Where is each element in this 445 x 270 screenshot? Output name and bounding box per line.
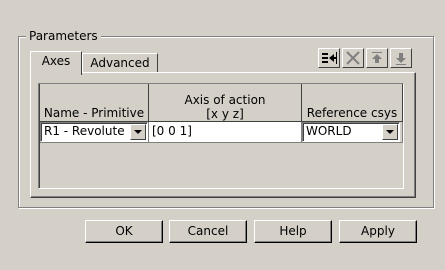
column-header-axis-label: Axis of action <box>184 93 266 107</box>
csys-dropdown-button[interactable] <box>382 124 398 140</box>
cancel-button[interactable]: Cancel <box>169 220 247 243</box>
column-header-csys[interactable]: Reference csys <box>302 84 403 122</box>
column-header-name-label: Name - Primitive <box>43 106 145 120</box>
column-header-axis-sublabel: [x y z] <box>206 107 244 121</box>
ok-button-label: OK <box>115 224 133 238</box>
tab-advanced[interactable]: Advanced <box>82 53 158 73</box>
column-header-csys-label: Reference csys <box>306 106 398 120</box>
csys-value: WORLD <box>306 124 352 138</box>
move-up-icon <box>372 52 382 63</box>
help-button[interactable]: Help <box>254 220 332 243</box>
column-header-axis[interactable]: Axis of action [x y z] <box>149 84 302 122</box>
chevron-down-icon <box>134 130 142 134</box>
cancel-button-label: Cancel <box>187 224 229 238</box>
insert-row-icon <box>322 52 337 64</box>
tab-advanced-label: Advanced <box>90 56 150 70</box>
tab-axes[interactable]: Axes <box>30 51 82 75</box>
axis-value: [0 0 1] <box>152 124 192 138</box>
delete-row-icon <box>346 51 360 65</box>
move-up-button[interactable] <box>366 48 388 68</box>
move-down-icon <box>396 53 406 65</box>
delete-row-button[interactable] <box>342 48 364 68</box>
primitive-value: R1 - Revolute <box>44 124 125 138</box>
help-button-label: Help <box>279 224 307 238</box>
axis-input[interactable]: [0 0 1] <box>149 122 302 143</box>
column-header-name[interactable]: Name - Primitive <box>40 84 149 122</box>
ok-button[interactable]: OK <box>85 220 163 243</box>
chevron-down-icon <box>386 130 394 134</box>
parameters-group-title: Parameters <box>26 29 101 43</box>
move-down-button[interactable] <box>390 48 412 68</box>
insert-row-button[interactable] <box>318 48 340 68</box>
primitive-dropdown-button[interactable] <box>130 124 146 140</box>
tab-axes-label: Axes <box>41 54 71 68</box>
apply-button[interactable]: Apply <box>339 220 417 243</box>
apply-button-label: Apply <box>361 224 395 238</box>
